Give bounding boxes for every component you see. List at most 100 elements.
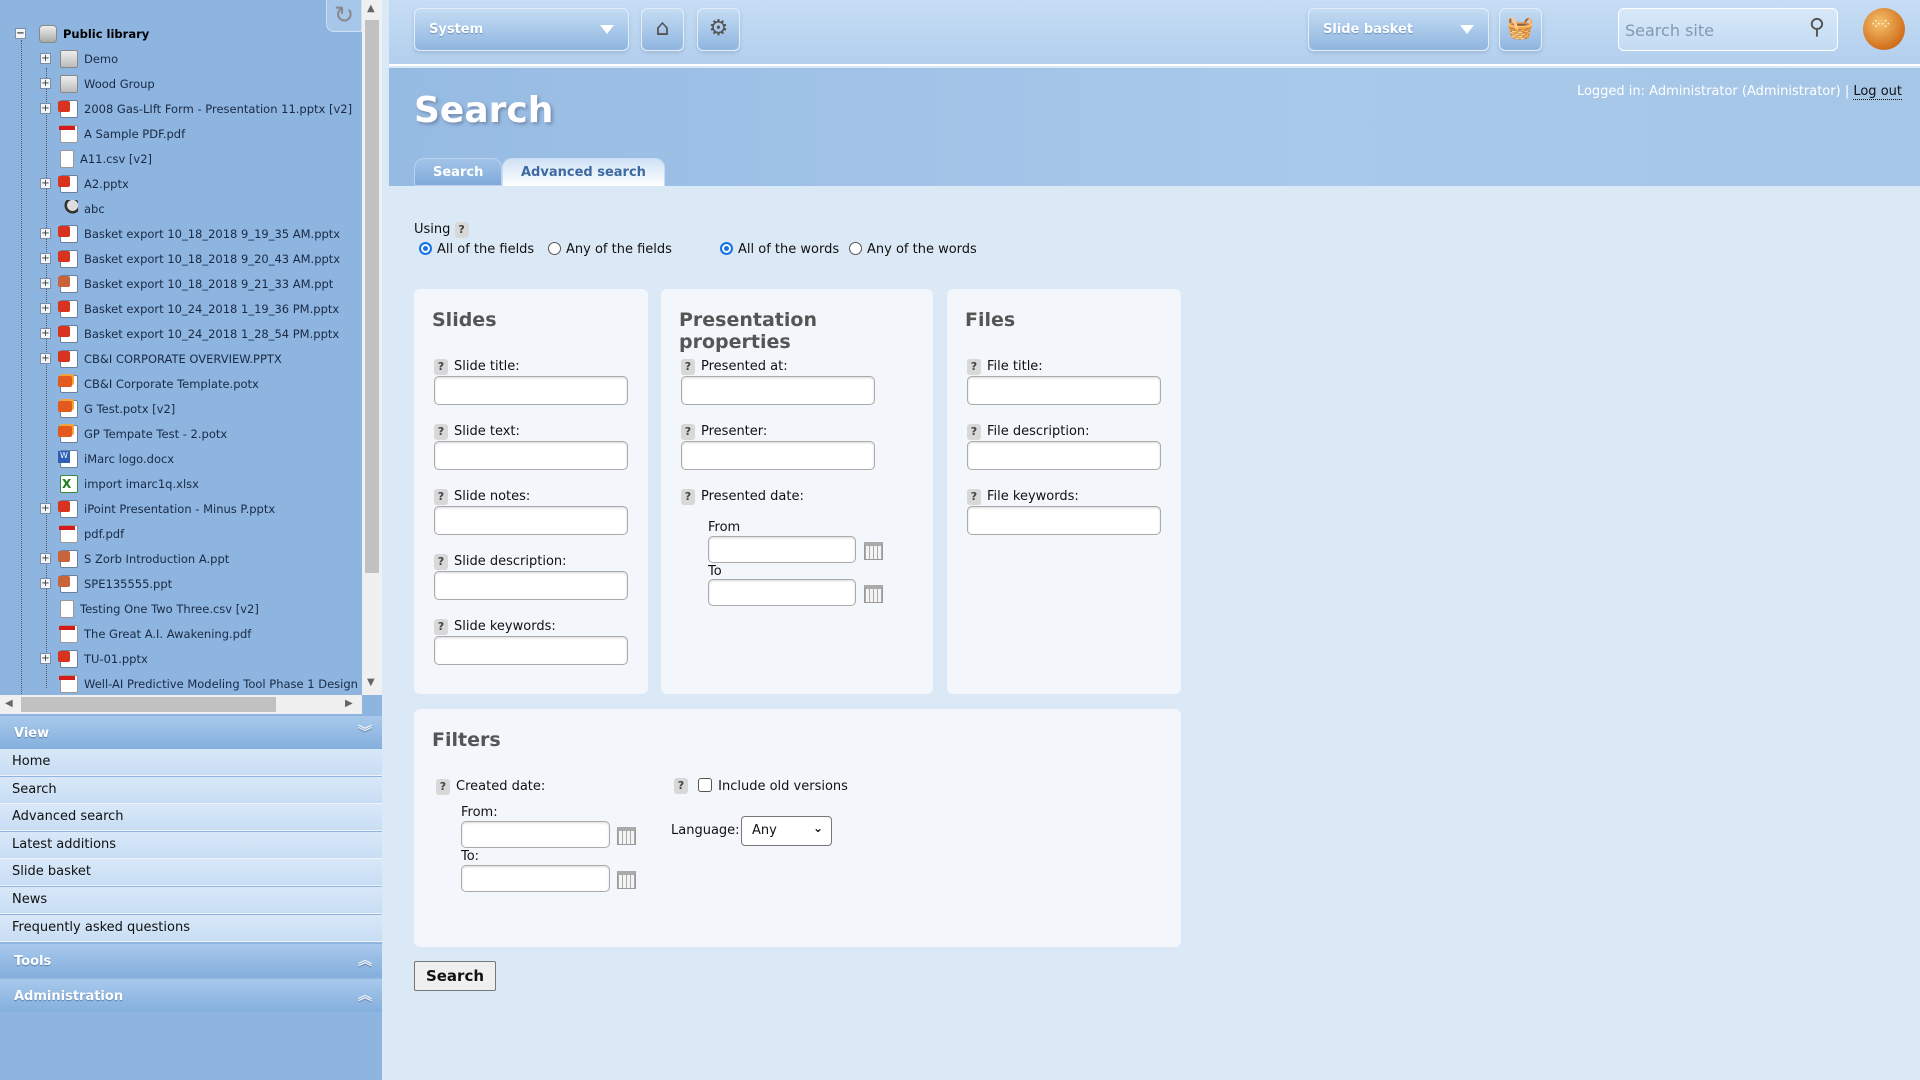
radio-any-words[interactable]: Any of the words (849, 242, 977, 257)
help-icon[interactable]: ? (454, 222, 469, 238)
presented-to-input[interactable] (708, 579, 856, 606)
text-input[interactable] (967, 506, 1161, 535)
calendar-icon[interactable] (617, 827, 636, 845)
text-input[interactable] (434, 376, 628, 405)
help-icon[interactable]: ? (434, 424, 448, 440)
app-logo[interactable] (1863, 8, 1905, 50)
calendar-icon[interactable] (864, 542, 883, 560)
text-input[interactable] (434, 506, 628, 535)
sidebar-item[interactable]: Slide basket (0, 859, 382, 887)
search-icon[interactable]: ⚲ (1809, 15, 1825, 40)
help-icon[interactable]: ? (681, 424, 695, 440)
expand-icon[interactable]: + (40, 328, 51, 339)
tree-item[interactable]: + Basket export 10_18_2018 9_19_35 AM.ppt… (40, 221, 340, 246)
tree-item[interactable]: CB&I Corporate Template.potx (58, 371, 259, 396)
help-icon[interactable]: ? (967, 424, 981, 440)
tree-item[interactable]: + iPoint Presentation - Minus P.pptx (40, 496, 275, 521)
expand-icon[interactable]: + (40, 653, 51, 664)
tree-item[interactable]: iMarc logo.docx (58, 446, 174, 471)
slide-basket-dropdown[interactable]: Slide basket (1308, 8, 1489, 51)
tree-item[interactable]: G Test.potx [v2] (58, 396, 175, 421)
expand-icon[interactable]: + (40, 53, 51, 64)
help-icon[interactable]: ? (434, 359, 448, 375)
language-select[interactable]: Any ⌄ (741, 816, 832, 846)
tree-item[interactable]: + TU-01.pptx (40, 646, 148, 671)
calendar-icon[interactable] (617, 871, 636, 889)
tree-item[interactable]: + Basket export 10_18_2018 9_21_33 AM.ppt (40, 271, 333, 296)
radio-icon[interactable] (720, 242, 733, 255)
text-input[interactable] (681, 376, 875, 405)
expand-icon[interactable]: + (40, 353, 51, 364)
help-icon[interactable]: ? (434, 619, 448, 635)
radio-icon[interactable] (548, 242, 561, 255)
text-input[interactable] (681, 441, 875, 470)
help-icon[interactable]: ? (436, 779, 450, 795)
radio-icon[interactable] (419, 242, 432, 255)
tab-advanced-search[interactable]: Advanced search (502, 158, 665, 186)
expand-icon[interactable]: + (40, 78, 51, 89)
presented-from-input[interactable] (708, 536, 856, 563)
expand-icon[interactable]: + (40, 303, 51, 314)
system-dropdown[interactable]: System (414, 8, 629, 51)
tree-item[interactable]: + Basket export 10_18_2018 9_20_43 AM.ppt… (40, 246, 340, 271)
expand-icon[interactable]: + (40, 178, 51, 189)
created-from-input[interactable] (461, 821, 610, 848)
tree-item[interactable]: A11.csv [v2] (60, 146, 152, 171)
sidebar-item[interactable]: Latest additions (0, 831, 382, 859)
tree-item[interactable]: Testing One Two Three.csv [v2] (60, 596, 259, 621)
radio-any-fields[interactable]: Any of the fields (548, 242, 672, 257)
collapse-icon[interactable]: − (15, 28, 26, 39)
scroll-right-icon[interactable]: ▶ (345, 698, 353, 709)
scroll-up-icon[interactable]: ▲ (367, 3, 375, 14)
tree-item[interactable]: GP Tempate Test - 2.potx (58, 421, 227, 446)
scroll-down-icon[interactable]: ▼ (367, 677, 375, 688)
tree-item[interactable]: A Sample PDF.pdf (59, 121, 185, 146)
expand-icon[interactable]: + (40, 278, 51, 289)
tree-horizontal-scrollbar[interactable]: ◀ ▶ (0, 695, 362, 714)
expand-icon[interactable]: + (40, 253, 51, 264)
radio-all-words[interactable]: All of the words (720, 242, 839, 257)
tree-item-root[interactable]: − Public library (15, 21, 149, 46)
created-to-input[interactable] (461, 865, 610, 892)
sidebar-item[interactable]: Advanced search (0, 804, 382, 832)
tree-item[interactable]: + SPE135555.ppt (40, 571, 172, 596)
logout-link[interactable]: Log out (1853, 84, 1902, 100)
tree-item[interactable]: + Wood Group (40, 71, 155, 96)
tree-item[interactable]: pdf.pdf (59, 521, 124, 546)
expand-icon[interactable]: + (40, 578, 51, 589)
tree-item[interactable]: + Demo (40, 46, 118, 71)
tree-item[interactable]: +2008 Gas-LIft Form - Presentation 11.pp… (40, 96, 352, 121)
include-old-versions-checkbox[interactable] (698, 778, 713, 792)
calendar-icon[interactable] (864, 585, 883, 603)
site-search-input[interactable]: Search site ⚲ (1618, 8, 1838, 51)
scroll-left-icon[interactable]: ◀ (5, 698, 13, 709)
radio-all-fields[interactable]: All of the fields (419, 242, 534, 257)
administration-panel-header[interactable]: Administration ︽ (0, 979, 382, 1012)
text-input[interactable] (434, 636, 628, 665)
expand-icon[interactable]: + (40, 553, 51, 564)
sidebar-item[interactable]: Frequently asked questions (0, 914, 382, 942)
help-icon[interactable]: ? (681, 489, 695, 505)
radio-icon[interactable] (849, 242, 862, 255)
folder-settings-button[interactable]: ⚙ (697, 8, 740, 51)
tree-item[interactable]: + A2.pptx (40, 171, 129, 196)
help-icon[interactable]: ? (434, 489, 448, 505)
expand-icon[interactable]: + (40, 503, 51, 514)
help-icon[interactable]: ? (967, 489, 981, 505)
tree-vertical-scrollbar[interactable]: ▲ ▼ (362, 0, 382, 695)
expand-icon[interactable]: + (40, 103, 51, 114)
tree-item[interactable]: abc (60, 196, 105, 221)
expand-icon[interactable]: + (40, 228, 51, 239)
text-input[interactable] (967, 376, 1161, 405)
tree-item[interactable]: + Basket export 10_24_2018 1_19_36 PM.ppt… (40, 296, 339, 321)
vertical-scroll-thumb[interactable] (365, 20, 379, 573)
help-icon[interactable]: ? (967, 359, 981, 375)
tree-item[interactable]: import imarc1q.xlsx (60, 471, 199, 496)
help-icon[interactable]: ? (674, 778, 688, 794)
refresh-icon[interactable]: ↻ (326, 0, 362, 32)
help-icon[interactable]: ? (434, 554, 448, 570)
home-button[interactable]: ⌂ (641, 8, 684, 51)
text-input[interactable] (434, 441, 628, 470)
search-button[interactable]: Search (414, 961, 496, 991)
horizontal-scroll-thumb[interactable] (21, 697, 276, 712)
